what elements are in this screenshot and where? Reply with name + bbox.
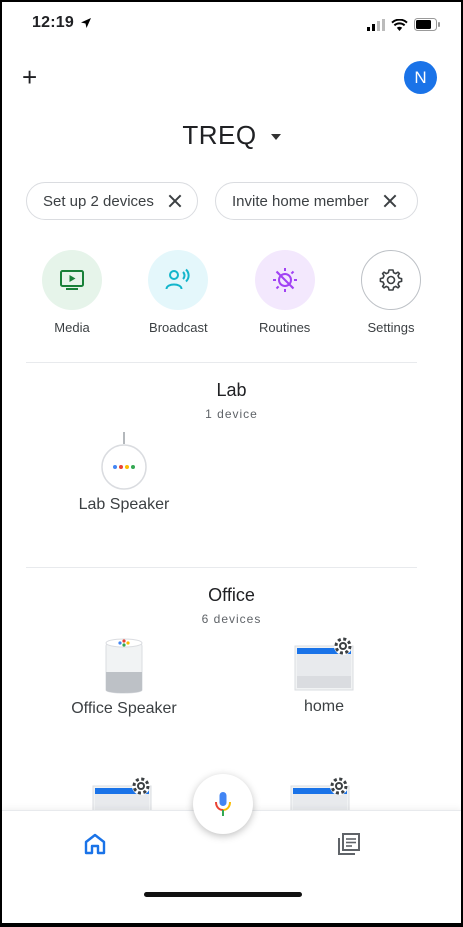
gear-icon [379, 269, 403, 291]
quick-actions: Media Broadcast Routines Settings [22, 250, 441, 335]
home-speaker-icon [105, 638, 143, 694]
status-bar: 12:19 [32, 14, 441, 38]
broadcast-icon [165, 268, 190, 290]
device-name: Office Speaker [71, 700, 177, 717]
home-indicator[interactable] [144, 892, 302, 897]
app-screen: 12:19 + N TREQ Set up 2 devices Invite h… [0, 0, 463, 927]
status-indicators [367, 18, 441, 31]
chip-invite-member[interactable]: Invite home member [215, 182, 418, 220]
settings-circle [360, 250, 421, 310]
routines-circle [254, 250, 315, 310]
wifi-icon [391, 18, 408, 31]
feed-icon[interactable] [338, 833, 360, 855]
account-avatar[interactable]: N [404, 61, 437, 94]
status-time: 12:19 [32, 14, 74, 31]
routines-button[interactable]: Routines [235, 250, 335, 335]
battery-icon [414, 18, 440, 31]
device-lab-speaker[interactable]: Lab Speaker [74, 432, 174, 514]
home-icon[interactable] [84, 833, 106, 855]
broadcast-button[interactable]: Broadcast [128, 250, 228, 335]
home-name: TREQ [182, 120, 257, 150]
room-title-lab: Lab [216, 380, 247, 400]
media-button[interactable]: Media [22, 250, 122, 335]
routines-icon [272, 268, 297, 292]
chip-setup-devices[interactable]: Set up 2 devices [26, 182, 198, 220]
divider [26, 362, 417, 363]
device-home[interactable]: home [274, 636, 374, 716]
device-name: Lab Speaker [78, 496, 170, 513]
settings-button[interactable]: Settings [341, 250, 441, 335]
routines-label: Routines [259, 320, 311, 335]
media-circle [42, 250, 102, 310]
divider [26, 567, 417, 568]
add-button[interactable]: + [22, 64, 37, 90]
microphone-icon [215, 792, 231, 816]
chip-label: Invite home member [232, 192, 369, 210]
media-label: Media [54, 320, 90, 335]
broadcast-label: Broadcast [149, 320, 208, 335]
close-icon[interactable] [168, 194, 182, 208]
device-office-speaker[interactable]: Office Speaker [64, 636, 184, 718]
room-title-office: Office [208, 585, 255, 605]
location-arrow-icon [81, 18, 91, 28]
home-selector[interactable]: TREQ [2, 120, 461, 151]
device-name: home [303, 698, 345, 715]
broadcast-circle [148, 250, 209, 310]
mic-button[interactable] [193, 774, 253, 834]
dropdown-caret-icon [270, 134, 281, 141]
mini-speaker-icon [101, 432, 147, 490]
close-icon[interactable] [383, 194, 397, 208]
chip-label: Set up 2 devices [43, 192, 154, 210]
room-device-count: 1 device [205, 407, 258, 421]
settings-label: Settings [367, 320, 415, 335]
signal-icon [367, 18, 385, 31]
room-device-count: 6 devices [201, 612, 262, 626]
media-icon [60, 270, 84, 290]
display-gear-icon [294, 637, 354, 691]
